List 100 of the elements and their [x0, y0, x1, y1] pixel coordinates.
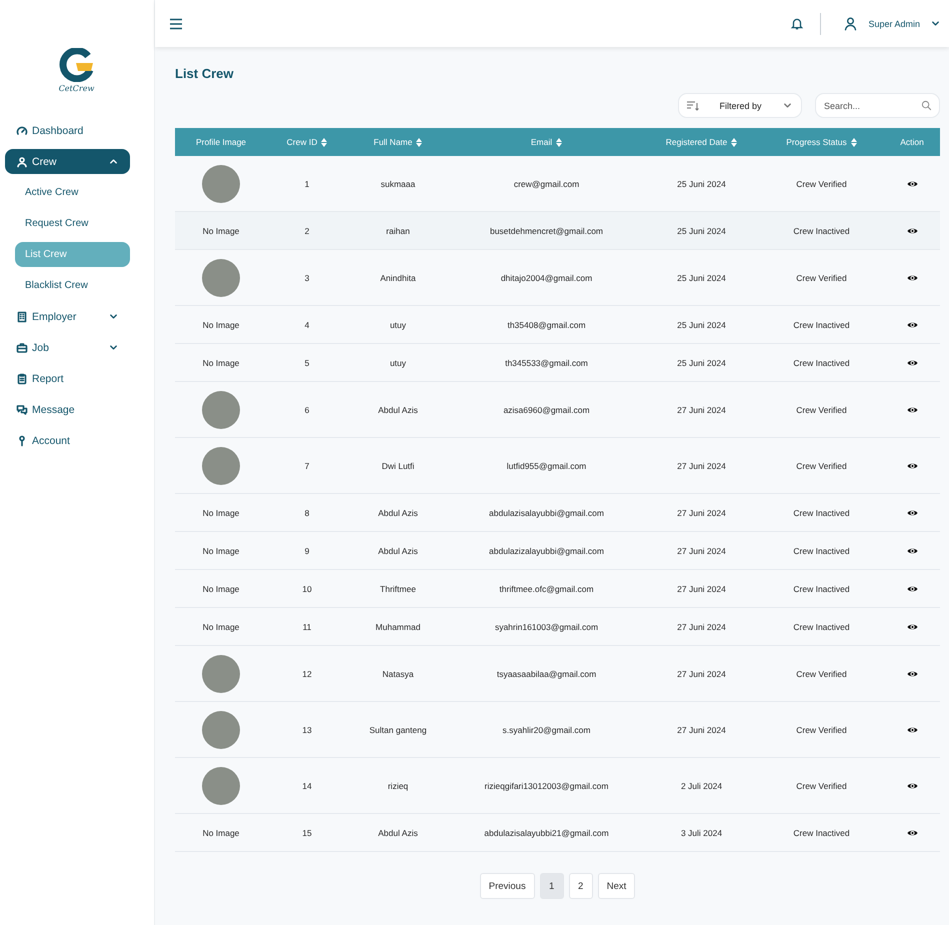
table-cell: Abdul Azis — [378, 546, 418, 556]
sort-icon[interactable] — [731, 138, 738, 146]
table-cell: abdulazizalayubbi@gmail.com — [489, 546, 604, 556]
table-cell: Crew Inactived — [793, 508, 850, 518]
table-cell: 3 Juli 2024 — [680, 828, 722, 838]
sort-icon[interactable] — [416, 138, 422, 146]
column-header: Action — [900, 137, 924, 147]
view-icon[interactable] — [906, 462, 918, 470]
next-button[interactable]: Next — [598, 873, 636, 899]
table-cell: tsyaasaabilaa@gmail.com — [496, 668, 596, 678]
nav-item[interactable]: Report — [5, 366, 130, 391]
table-cell: No Image — [202, 828, 240, 838]
view-icon[interactable] — [906, 670, 918, 678]
table-cell: Natasya — [382, 668, 414, 678]
table-cell: Crew Inactived — [793, 828, 850, 838]
table-cell: 10 — [302, 584, 312, 594]
view-icon[interactable] — [906, 180, 918, 188]
view-icon[interactable] — [906, 358, 918, 366]
page-button[interactable]: 1 — [540, 873, 564, 899]
view-icon[interactable] — [906, 406, 918, 414]
table-cell: 14 — [302, 780, 312, 790]
nav-item[interactable]: Crew — [5, 149, 130, 174]
column-header: Profile Image — [196, 137, 246, 147]
menu-button[interactable] — [167, 16, 185, 32]
table-cell: lutfid955@gmail.com — [506, 460, 586, 470]
page-title: List Crew — [175, 66, 235, 81]
nav-item[interactable]: Dashboard — [5, 118, 130, 143]
nav-item[interactable]: Employer — [5, 304, 130, 329]
table-cell: Thriftmee — [380, 584, 416, 594]
table-cell: 13 — [302, 724, 312, 734]
chat-icon — [16, 404, 28, 416]
table-cell: busetdehmencret@gmail.com — [490, 226, 604, 236]
table-cell: 27 Juni 2024 — [677, 546, 726, 556]
nav-subitem[interactable]: Request Crew — [15, 211, 130, 236]
view-icon[interactable] — [906, 622, 918, 630]
page-button[interactable]: 2 — [568, 873, 593, 899]
table-cell: Abdul Azis — [378, 828, 418, 838]
table-cell: syahrin161003@gmail.com — [494, 622, 598, 632]
clipboard-icon — [16, 372, 28, 384]
table-cell: Crew Inactived — [793, 584, 850, 594]
table-cell: Crew Inactived — [793, 320, 850, 330]
table-cell: Crew Verified — [796, 668, 847, 678]
gauge-icon — [16, 124, 28, 136]
nav-subitem[interactable]: Active Crew — [15, 180, 130, 205]
table-cell: utuy — [390, 320, 406, 330]
view-icon[interactable] — [906, 508, 918, 516]
table-cell: No Image — [202, 358, 240, 368]
table-cell: No Image — [202, 226, 240, 236]
table-cell: crew@gmail.com — [514, 178, 580, 188]
sort-icon[interactable] — [321, 138, 328, 146]
sort-icon[interactable] — [556, 138, 562, 146]
table-cell: 25 Juni 2024 — [677, 320, 726, 330]
table-cell: 27 Juni 2024 — [677, 668, 726, 678]
table-cell: th35408@gmail.com — [507, 320, 586, 330]
table-cell: 25 Juni 2024 — [677, 226, 726, 236]
view-icon[interactable] — [906, 546, 918, 554]
table-cell: abdulazisalayubbi21@gmail.com — [484, 828, 609, 838]
sort-icon[interactable] — [850, 138, 857, 146]
view-icon[interactable] — [906, 782, 918, 790]
table-cell: 27 Juni 2024 — [677, 584, 726, 594]
table-cell: th345533@gmail.com — [505, 358, 588, 368]
logo-text: CetCrew — [58, 84, 94, 93]
table-cell: Crew Verified — [796, 780, 847, 790]
table-cell: No Image — [202, 622, 240, 632]
filter-dropdown[interactable]: Filtered by — [678, 93, 802, 118]
table-cell: Crew Verified — [796, 178, 847, 188]
nav-item[interactable]: Account — [5, 428, 130, 453]
search-icon — [921, 100, 932, 111]
view-icon[interactable] — [906, 828, 918, 836]
table-cell: 7 — [304, 460, 310, 470]
table-cell: 27 Juni 2024 — [677, 622, 726, 632]
table-cell: thriftmee.ofc@gmail.com — [499, 584, 594, 594]
nav-item[interactable]: Message — [5, 397, 130, 422]
nav-subitem[interactable]: Blacklist Crew — [15, 273, 130, 298]
user-icon — [843, 16, 858, 31]
table-cell: No Image — [202, 320, 240, 330]
search-field[interactable]: Search... — [815, 93, 940, 118]
user-menu[interactable]: Super Admin — [868, 18, 920, 28]
table-cell: 4 — [304, 320, 310, 330]
table-cell: 25 Juni 2024 — [677, 272, 726, 282]
table-cell: Crew Verified — [796, 404, 847, 414]
table-cell: Crew Verified — [796, 724, 847, 734]
user-icon — [16, 156, 28, 168]
table-cell: rizieqgifari13012003@gmail.com — [484, 780, 608, 790]
view-icon[interactable] — [906, 226, 918, 234]
table-cell: 12 — [302, 668, 312, 678]
view-icon[interactable] — [906, 726, 918, 734]
nav-item[interactable]: Job — [5, 335, 130, 360]
table-cell: 6 — [304, 404, 310, 414]
previous-button[interactable]: Previous — [480, 873, 535, 899]
table-cell: 25 Juni 2024 — [677, 178, 726, 188]
table-cell: Abdul Azis — [378, 508, 418, 518]
table-cell: abdulazisalayubbi@gmail.com — [489, 508, 604, 518]
table-cell: 8 — [304, 508, 310, 518]
table-cell: 3 — [304, 272, 310, 282]
table-cell: 27 Juni 2024 — [677, 724, 726, 734]
view-icon[interactable] — [906, 584, 918, 592]
logo-icon — [58, 48, 94, 82]
view-icon[interactable] — [906, 320, 918, 328]
view-icon[interactable] — [906, 274, 918, 282]
